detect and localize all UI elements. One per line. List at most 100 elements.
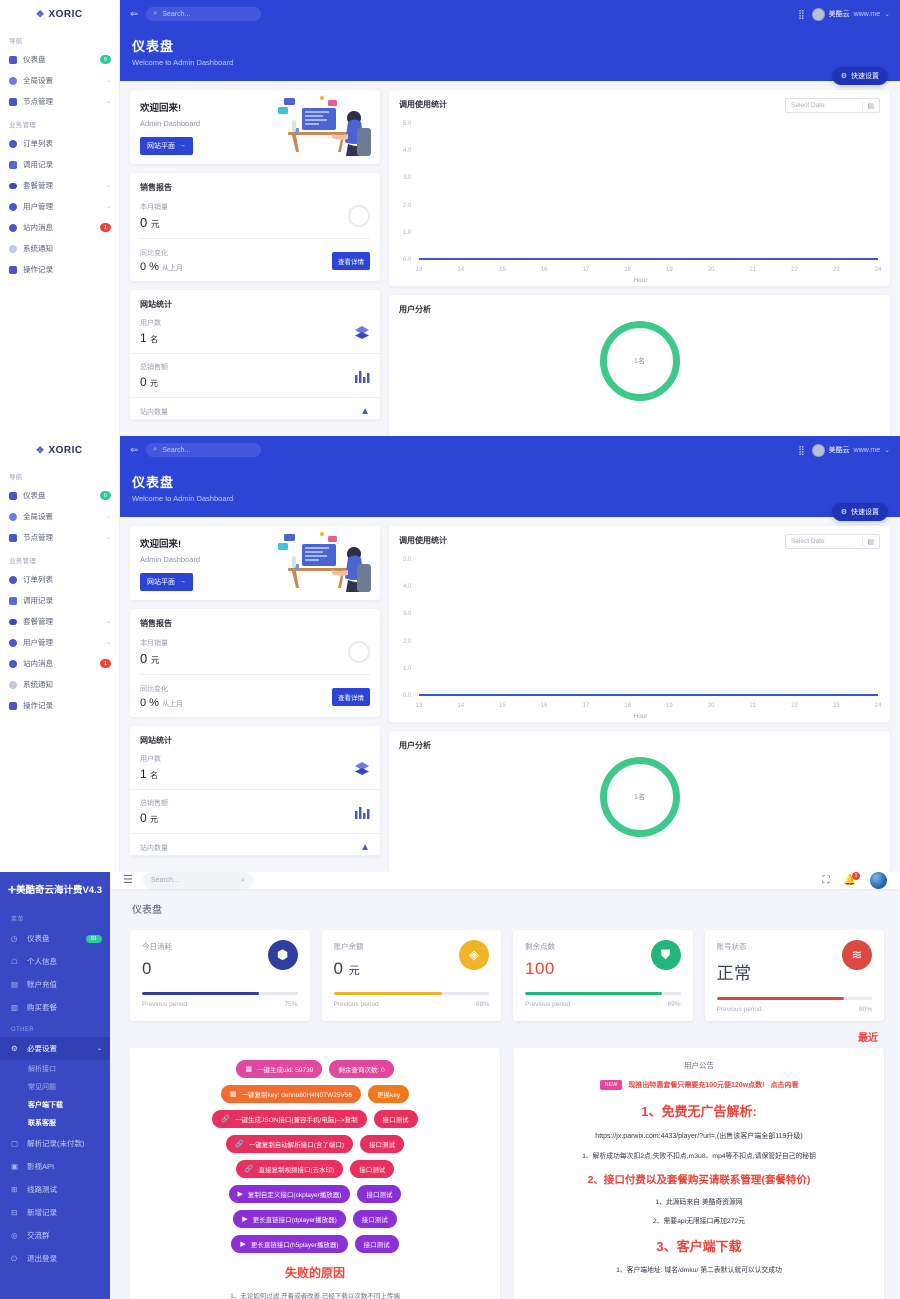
quick-settings-button[interactable]: ⚙ 快速设置 bbox=[831, 503, 888, 521]
action-pill-button[interactable]: 接口测试 bbox=[360, 1134, 405, 1153]
action-pill-button[interactable]: 接口测试 bbox=[352, 1209, 397, 1228]
brand-logo[interactable]: ✛美酷奇云海计费V4.3 bbox=[0, 872, 110, 906]
sidebar-item-user-management[interactable]: 用户管理 ⌄ bbox=[0, 196, 119, 217]
progress-ring bbox=[348, 205, 370, 227]
sidebar-item-operation-log[interactable]: 操作记录 bbox=[0, 695, 119, 716]
sidebar-subitem-client-download[interactable]: 客户端下载 bbox=[0, 1096, 110, 1114]
sidebar-item-parse-records[interactable]: ▢ 解析记录(未付款) bbox=[0, 1132, 110, 1155]
sidebar-item-video-api[interactable]: ▣ 影视API bbox=[0, 1155, 110, 1178]
sidebar-item-global-settings[interactable]: 全局设置 ⌄ bbox=[0, 506, 119, 527]
sidebar-item-node-management[interactable]: 节点管理 ⌄ bbox=[0, 527, 119, 548]
brand-logo[interactable]: ✥ XORIC bbox=[0, 436, 119, 464]
action-pill-button[interactable]: ▦ 一键复制key: dehno80H4N0TW25V56 bbox=[220, 1084, 362, 1103]
action-pill-button[interactable]: 接口测试 bbox=[350, 1159, 395, 1178]
sidebar-item-system-notice[interactable]: 系统通知 bbox=[0, 238, 119, 259]
sidebar-item-package-management[interactable]: 套餐管理 ⌄ bbox=[0, 175, 119, 196]
search-input[interactable]: ⌕ Search... bbox=[146, 443, 262, 457]
action-pill-button[interactable]: 接口测试 bbox=[357, 1184, 402, 1203]
sidebar-item-global-settings[interactable]: 全局设置 ⌄ bbox=[0, 70, 119, 91]
x-axis-label: Hour bbox=[633, 277, 648, 284]
welcome-button[interactable]: 网站平面 → bbox=[140, 572, 193, 591]
search-input[interactable]: Search... ⌕ bbox=[142, 872, 253, 889]
sidebar-item-package-management[interactable]: 套餐管理 ⌄ bbox=[0, 611, 119, 632]
sidebar-item-required-settings[interactable]: ⚙ 必要设置 ⌄ bbox=[0, 1037, 110, 1060]
action-pill-button[interactable]: 剩余查询次数: 0 bbox=[329, 1059, 394, 1078]
chevron-down-icon: ⌄ bbox=[105, 78, 111, 84]
sidebar-item-node-management[interactable]: 节点管理 ⌄ bbox=[0, 91, 119, 112]
search-input[interactable]: ⌕ Search... bbox=[146, 7, 262, 21]
globe-avatar-icon[interactable] bbox=[870, 872, 887, 889]
chevron-down-icon: ⌄ bbox=[105, 619, 111, 625]
sidebar-item-logout[interactable]: ⏻ 退出登录 bbox=[0, 1247, 110, 1270]
grid-apps-icon[interactable]: ⣿ bbox=[798, 445, 805, 456]
sidebar-item-dashboard[interactable]: ◷ 仪表盘 91 bbox=[0, 927, 110, 950]
sidebar-item-call-records[interactable]: 调用记录 bbox=[0, 154, 119, 175]
action-pill-button[interactable]: 🔗 一键复制自动解析接口(含了端口) bbox=[225, 1134, 354, 1153]
x-axis-tick: 24 bbox=[874, 703, 882, 709]
action-pill-button[interactable]: 接口测试 bbox=[354, 1234, 399, 1253]
quick-settings-button[interactable]: ⚙ 快速设置 bbox=[831, 67, 888, 85]
action-pill-button[interactable]: ▶ 更长直链接口(dplayer播放器) bbox=[233, 1209, 346, 1228]
user-menu[interactable]: 美酷云 www.me ⌄ bbox=[811, 443, 890, 457]
sidebar-item-site-messages[interactable]: 站内消息 1 bbox=[0, 653, 119, 674]
brand-name: XORIC bbox=[48, 444, 83, 456]
add-icon: ⊟ bbox=[11, 1208, 18, 1217]
sidebar-item-system-notice[interactable]: 系统通知 bbox=[0, 674, 119, 695]
layers-icon bbox=[355, 325, 369, 339]
sidebar-subitem-faq[interactable]: 常见问题 bbox=[0, 1078, 110, 1096]
action-pill-button[interactable]: ▶ 更长直链接口(h5player播放器) bbox=[231, 1234, 348, 1253]
announcement-heading-2: 2、接口付费以及套餐购买请联系管理(套餐特价) bbox=[587, 1173, 811, 1186]
sidebar: ✥ XORIC 导航 仪表盘 6 全局设置 ⌄ 节点管理 ⌄ 业务管理 订单列表… bbox=[0, 436, 120, 872]
sidebar-item-order-list[interactable]: 订单列表 bbox=[0, 133, 119, 154]
sidebar-item-buy-package[interactable]: ▥ 购买套餐 bbox=[0, 996, 110, 1019]
action-pill-button[interactable]: ▶ 复制自定义接口(ckplayer播放器) bbox=[228, 1184, 351, 1203]
date-picker[interactable]: Select Date ▤ bbox=[785, 534, 880, 549]
hamburger-icon[interactable]: ☰ bbox=[123, 875, 133, 886]
bell-icon[interactable]: 🔔 1 bbox=[844, 872, 860, 886]
sidebar-item-chat-group[interactable]: ◎ 交流群 bbox=[0, 1224, 110, 1247]
sidebar-item-user-management[interactable]: 用户管理 ⌄ bbox=[0, 632, 119, 653]
nodes-icon bbox=[9, 97, 17, 106]
message-icon bbox=[9, 659, 17, 668]
sidebar-item-site-messages[interactable]: 站内消息 1 bbox=[0, 217, 119, 238]
sales-detail-button[interactable]: 查看详情 bbox=[332, 687, 370, 706]
sidebar-item-label: 全局设置 bbox=[23, 512, 53, 521]
welcome-button[interactable]: 网站平面 → bbox=[140, 136, 193, 155]
action-pill-button[interactable]: 🔗 直接复制视频接口(去水印) bbox=[235, 1159, 344, 1178]
x-axis-tick: 14 bbox=[457, 267, 465, 273]
sidebar-item-order-list[interactable]: 订单列表 bbox=[0, 569, 119, 590]
sales-detail-button[interactable]: 查看详情 bbox=[332, 251, 370, 270]
grid-apps-icon[interactable]: ⣿ bbox=[798, 9, 805, 20]
sidebar-item-operation-log[interactable]: 操作记录 bbox=[0, 259, 119, 280]
sidebar-subitem-contact-support[interactable]: 联系客服 bbox=[0, 1114, 110, 1132]
collapse-icon[interactable]: ⇐ bbox=[130, 445, 138, 456]
up-icon: ▲ bbox=[360, 842, 370, 853]
arrow-right-icon: → bbox=[179, 578, 186, 585]
fullscreen-icon[interactable]: ⛶ bbox=[823, 875, 830, 886]
x-axis-tick: 22 bbox=[791, 703, 798, 709]
sidebar-item-route-test[interactable]: ⊞ 线路测试 bbox=[0, 1178, 110, 1201]
sidebar-item-dashboard[interactable]: 仪表盘 6 bbox=[0, 485, 119, 506]
welcome-title: 欢迎回来! bbox=[140, 102, 182, 114]
date-picker[interactable]: Select Date ▤ bbox=[785, 98, 880, 113]
layers-icon bbox=[355, 761, 369, 775]
sidebar-subitem-parse-api[interactable]: 解析接口 bbox=[0, 1060, 110, 1078]
x-axis-tick: 16 bbox=[540, 267, 548, 273]
brand-logo[interactable]: ✥ XORIC bbox=[0, 0, 119, 28]
sidebar-item-new-records[interactable]: ⊟ 新增记录 bbox=[0, 1201, 110, 1224]
action-pill-button[interactable]: 更换key bbox=[368, 1084, 410, 1103]
sidebar-item-dashboard[interactable]: 仪表盘 6 bbox=[0, 49, 119, 70]
user-menu[interactable]: 美酷云 www.me ⌄ bbox=[811, 7, 890, 21]
action-pill-button[interactable]: ▦ 一键生成uid: 59739 bbox=[236, 1059, 323, 1078]
stat-label: 用户数 bbox=[140, 756, 161, 763]
action-pill-button[interactable]: 接口测试 bbox=[373, 1109, 418, 1128]
topbar: ☰ Search... ⌕ ⛶ 🔔 1 bbox=[110, 872, 900, 889]
announcement-promo-link[interactable]: 点击内看 bbox=[770, 1080, 798, 1090]
announcement-url[interactable]: https://jx.parwix.com:4433/player/?url=,… bbox=[524, 1131, 874, 1141]
action-pill-button[interactable]: 🔗 一键生成JSON接口(兼容手机/电脑)-->复制 bbox=[212, 1109, 367, 1128]
sidebar-item-call-records[interactable]: 调用记录 bbox=[0, 590, 119, 611]
users-icon bbox=[9, 638, 17, 647]
sidebar-item-recharge[interactable]: ▤ 账户充值 bbox=[0, 973, 110, 996]
collapse-icon[interactable]: ⇐ bbox=[130, 9, 138, 20]
sidebar-item-profile[interactable]: ☖ 个人信息 bbox=[0, 950, 110, 973]
